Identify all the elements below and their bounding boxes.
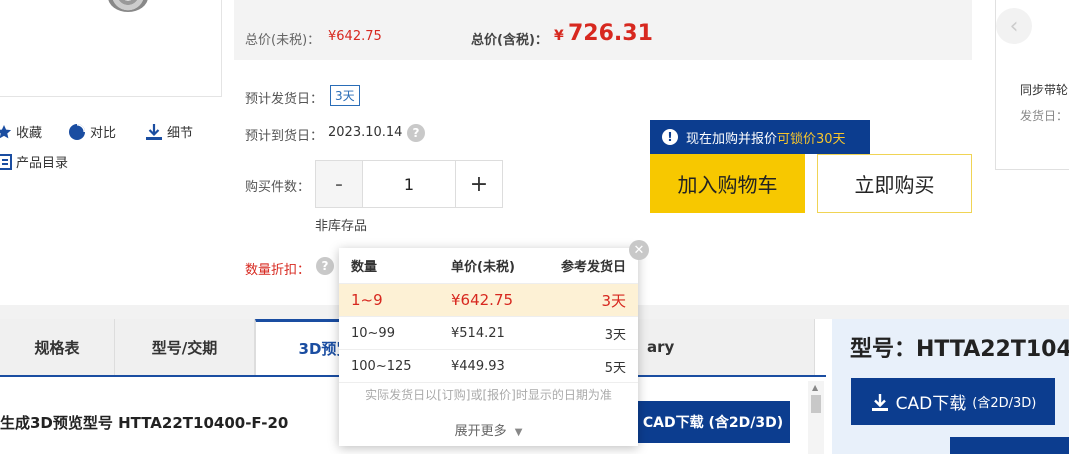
table-row[interactable]: 1~9 ¥642.75 3天 (339, 284, 638, 317)
promo-text: 现在加购并报价可锁价30天 (686, 128, 846, 147)
cad-download-sub: (含2D/3D) (972, 396, 1037, 411)
taxed-total-currency: ¥ (554, 28, 564, 44)
quantity-increase-button[interactable]: + (455, 161, 502, 207)
pretax-total-value: ¥642.75 (328, 29, 382, 44)
download-icon (871, 393, 888, 411)
catalog-label: 产品目录 (16, 156, 69, 171)
discount-help-icon[interactable]: ? (316, 257, 334, 275)
quantity-input[interactable]: 1 (363, 161, 455, 207)
discount-popup: ✕ 数量 单价(未税) 参考发货日 1~9 ¥642.75 3天 10~99 ¥… (339, 240, 649, 446)
arrive-date-label: 预计到货日： (245, 129, 324, 144)
pie-chart-icon (69, 123, 85, 140)
row-days: 3天 (604, 327, 626, 343)
ship-date-label: 预计发货日： (245, 92, 324, 107)
buy-now-button[interactable]: 立即购买 (817, 154, 972, 213)
arrive-help-icon[interactable]: ? (407, 124, 425, 142)
model-panel: 型号：HTTA22T104 CAD下载 (含2D/3D) (832, 319, 1069, 454)
price-strip-cut-line: —— (244, 0, 268, 6)
catalog-icon (0, 153, 12, 170)
add-to-cart-button[interactable]: 加入购物车 (650, 154, 805, 213)
taxed-total-value: 726.31 (568, 21, 653, 46)
expand-more-label: 展开更多 (454, 424, 507, 439)
related-product-name: 同步带轮 (1020, 83, 1069, 97)
details-label: 细节 (167, 126, 194, 141)
row-qty: 100~125 (351, 358, 412, 374)
star-icon (0, 124, 12, 138)
cad-download-label: CAD下载 (895, 394, 967, 414)
preview-title: 生成3D预览型号 HTTA22T10400-F-20 (0, 414, 289, 432)
row-qty: 10~99 (351, 325, 395, 341)
table-row[interactable]: 10~99 ¥514.21 3天 (339, 317, 638, 350)
model-title: 型号：HTTA22T104 (850, 337, 1069, 362)
row-price: ¥449.93 (451, 358, 505, 374)
info-icon: ! (662, 129, 678, 145)
scrollbar-thumb[interactable] (811, 395, 821, 413)
arrive-date-value: 2023.10.14 (328, 125, 403, 140)
table-row[interactable]: 100~125 ¥449.93 5天 (339, 350, 638, 383)
compare-button[interactable]: 对比 (68, 122, 116, 141)
product-image-card (0, 0, 222, 97)
tab-model-delivery[interactable]: 型号/交期 (115, 319, 255, 375)
promo-banner: ! 现在加购并报价可锁价30天 (650, 120, 870, 154)
quantity-decrease-button[interactable]: - (316, 161, 363, 207)
compare-label: 对比 (90, 126, 117, 141)
row-days: 3天 (601, 291, 626, 310)
model-panel-strip (950, 437, 1069, 454)
preview-scrollbar[interactable]: ▲ (808, 381, 824, 454)
discount-note: 实际发货日以[订购]或[报价]时显示的日期为准 (365, 388, 612, 402)
row-days: 5天 (604, 360, 626, 376)
product-image (108, 0, 148, 12)
related-product-card[interactable]: ‹ 同步带轮 发货日： (995, 0, 1069, 170)
cad-download-button-main[interactable]: CAD下载 (含2D/3D) (851, 378, 1055, 425)
quantity-stepper: - 1 + (315, 160, 503, 208)
promo-text-prefix: 现在加购并报价 (686, 131, 778, 147)
caret-down-icon: ▼ (514, 427, 523, 438)
expand-more-button[interactable]: 展开更多 ▼ (339, 420, 638, 439)
promo-text-highlight: 可锁价30天 (777, 131, 846, 147)
header-price: 单价(未税) (451, 260, 515, 275)
row-qty: 1~9 (351, 291, 383, 309)
discount-table-header: 数量 单价(未税) 参考发货日 (339, 248, 638, 284)
row-price: ¥642.75 (451, 291, 514, 309)
favorite-label: 收藏 (16, 126, 43, 141)
stock-note: 非库存品 (315, 219, 368, 234)
download-icon (146, 123, 162, 140)
discount-table: 数量 单价(未税) 参考发货日 1~9 ¥642.75 3天 10~99 ¥51… (339, 248, 638, 383)
details-button[interactable]: 细节 (145, 122, 193, 141)
catalog-button[interactable]: 产品目录 (0, 152, 68, 171)
cad-download-button[interactable]: CAD下载 (含2D/3D) (636, 401, 790, 443)
related-product-ship: 发货日： (1020, 109, 1069, 123)
ship-days-badge: 3天 (330, 85, 360, 106)
quantity-label: 购买件数： (245, 180, 311, 195)
header-days: 参考发货日 (560, 260, 626, 275)
favorite-button[interactable]: 收藏 (0, 122, 42, 141)
header-qty: 数量 (351, 260, 378, 275)
carousel-prev-icon[interactable]: ‹ (996, 8, 1032, 44)
tab-spec[interactable]: 规格表 (0, 319, 115, 375)
scroll-up-icon[interactable]: ▲ (812, 383, 818, 392)
pretax-total-label: 总价(未税)： (245, 33, 321, 48)
taxed-total-label: 总价(含税)： (471, 33, 548, 48)
discount-label: 数量折扣： (245, 263, 311, 278)
row-price: ¥514.21 (451, 325, 505, 341)
